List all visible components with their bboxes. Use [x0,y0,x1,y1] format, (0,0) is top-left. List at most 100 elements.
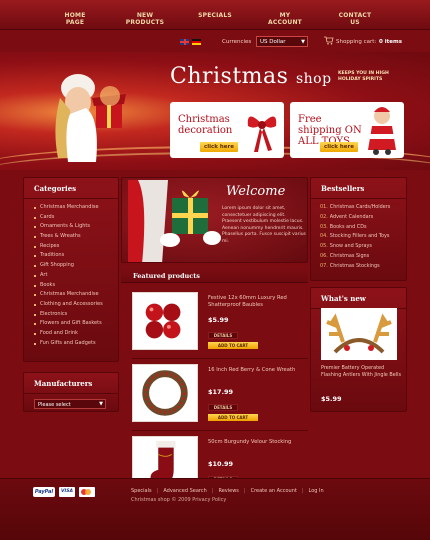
cart-label[interactable]: Shopping cart: [336,39,376,45]
category-item[interactable]: Books [34,281,108,291]
bestseller-item[interactable]: 06. Christmas Signs [320,252,397,262]
nav-contact-us[interactable]: CONTACT US [320,0,390,30]
categories-list: Christmas Merchandise Cards Ornaments & … [24,199,118,348]
separator: | [156,488,159,494]
category-item[interactable]: Fun Gifts and Gadgets [34,339,108,349]
berry-wreath-image[interactable] [132,364,198,422]
footer-links: Specials | Advanced Search | Reviews | C… [131,488,324,494]
reindeer-antlers-image[interactable] [321,308,397,360]
new-product-name[interactable]: Premier Battery Operated Flashing Antler… [321,365,401,378]
footer: PayPal VISA Specials | Advanced Search |… [0,478,430,540]
click-here-button[interactable]: click here [320,142,358,152]
manufacturers-panel: Manufacturers Please select ▼ [23,372,119,412]
chevron-down-icon: ▼ [301,39,305,45]
separator: | [211,488,214,494]
product-card: 16 Inch Red Berry & Cone Wreath $17.99 D… [132,364,308,430]
click-here-button[interactable]: click here [200,142,238,152]
manufacturers-title: Manufacturers [24,373,118,394]
nav-home-page[interactable]: HOME PAGE [40,0,110,30]
footer-link-create-account[interactable]: Create an Account [251,488,297,494]
nav-new-products[interactable]: NEW PRODUCTS [110,0,180,30]
category-item[interactable]: Electronics [34,310,108,320]
red-baubles-image[interactable] [132,292,198,350]
german-flag-icon[interactable] [192,39,201,45]
visa-logo: VISA [59,487,75,497]
categories-panel: Categories Christmas Merchandise Cards O… [23,177,119,362]
promo-free-shipping[interactable]: Free shipping ON ALL TOYS click here [290,102,404,158]
currency-label: Currencies [222,39,252,45]
category-item[interactable]: Cards [34,213,108,223]
category-item[interactable]: Traditions [34,251,108,261]
category-item[interactable]: Food and Drink [34,329,108,339]
category-item[interactable]: Clothing and Accessories [34,300,108,310]
footer-link-reviews[interactable]: Reviews [218,488,238,494]
category-item[interactable]: Ornaments & Lights [34,222,108,232]
welcome-text: Lorem ipsum dolor sit amet, consectetuer… [222,206,306,244]
shopping-cart-icon[interactable] [324,36,334,45]
bestsellers-list: 01. Christmas Cards/Holders 02. Advent Cal… [311,199,406,276]
category-item[interactable]: Christmas Merchandise [34,290,108,300]
uk-flag-icon[interactable] [180,39,189,45]
top-navigation: HOME PAGE NEW PRODUCTS SPECIALS MY ACCOU… [0,0,430,30]
bestseller-item[interactable]: 01. Christmas Cards/Holders [320,203,397,213]
product-card: Festive 12x 60mm Luxury Red Shatterproof… [132,292,308,358]
footer-link-specials[interactable]: Specials [131,488,152,494]
bestseller-item[interactable]: 05. Snow and Sprays [320,242,397,252]
currency-select[interactable]: US Dollar ▼ [256,36,308,47]
promo-title: Christmas decoration [178,114,233,136]
manufacturer-select-value: Please select [38,402,71,408]
details-button[interactable]: DETAILS [208,404,238,411]
separator: | [301,488,304,494]
featured-products-title: Featured products [121,267,308,283]
nav-my-account[interactable]: MY ACCOUNT [250,0,320,30]
red-bow-image [247,116,277,152]
welcome-title: Welcome [226,184,286,199]
whats-new-title: What's new [311,288,406,309]
category-item[interactable]: Art [34,271,108,281]
bestseller-item[interactable]: 02. Advent Calendars [320,213,397,223]
site-title: Christmas shop [170,64,332,89]
copyright: Christmas shop © 2009 Privacy Policy [131,497,227,503]
paypal-logo: PayPal [33,487,55,497]
mastercard-logo [79,487,95,497]
cart-count: 0 items [379,39,402,45]
tagline: KEEPS YOU IN HIGH HOLIDAY SPIRITS [338,71,389,82]
product-name[interactable]: 50cm Burgundy Velour Stocking [208,439,308,446]
bestsellers-title: Bestsellers [311,178,406,199]
new-product-price: $5.99 [321,395,342,403]
product-price: $5.99 [208,316,229,324]
nav-specials[interactable]: SPECIALS [180,0,250,30]
separator: | [243,488,246,494]
whats-new-panel: What's new Premier Battery Operated Flas… [310,287,407,412]
product-price: $10.99 [208,460,234,468]
santa-with-gift-image [128,180,221,262]
add-to-cart-button[interactable]: ADD TO CART [208,414,258,421]
footer-link-log-in[interactable]: Log In [309,488,324,494]
bestsellers-panel: Bestsellers 01. Christmas Cards/Holders 0… [310,177,407,281]
welcome-panel: Welcome Lorem ipsum dolor sit amet, cons… [121,177,308,263]
category-item[interactable]: Christmas Merchandise [34,203,108,213]
utility-bar: Currencies US Dollar ▼ Shopping cart: 0 … [0,30,430,52]
footer-link-advanced-search[interactable]: Advanced Search [163,488,206,494]
categories-title: Categories [24,178,118,199]
toy-doll-image [368,107,396,155]
product-name[interactable]: Festive 12x 60mm Luxury Red Shatterproof… [208,295,308,309]
category-item[interactable]: Recipes [34,242,108,252]
product-name[interactable]: 16 Inch Red Berry & Cone Wreath [208,367,308,374]
chevron-down-icon: ▼ [99,401,103,407]
promo-christmas-decoration[interactable]: Christmas decoration click here [170,102,284,158]
category-item[interactable]: Gift Shopping [34,261,108,271]
details-button[interactable]: DETAILS [208,332,238,339]
divider [132,430,308,431]
bestseller-item[interactable]: 07. Christmas Stockings [320,262,397,272]
manufacturer-select[interactable]: Please select ▼ [34,399,106,409]
bestseller-item[interactable]: 03. Books and CDs [320,223,397,233]
product-price: $17.99 [208,388,234,396]
add-to-cart-button[interactable]: ADD TO CART [208,342,258,349]
divider [132,358,308,359]
category-item[interactable]: Flowers and Gift Baskets [34,319,108,329]
girl-with-gift-image [55,74,126,162]
currency-value: US Dollar [260,39,286,45]
category-item[interactable]: Trees & Wreaths [34,232,108,242]
bestseller-item[interactable]: 04. Stocking Fillers and Toys [320,232,397,242]
